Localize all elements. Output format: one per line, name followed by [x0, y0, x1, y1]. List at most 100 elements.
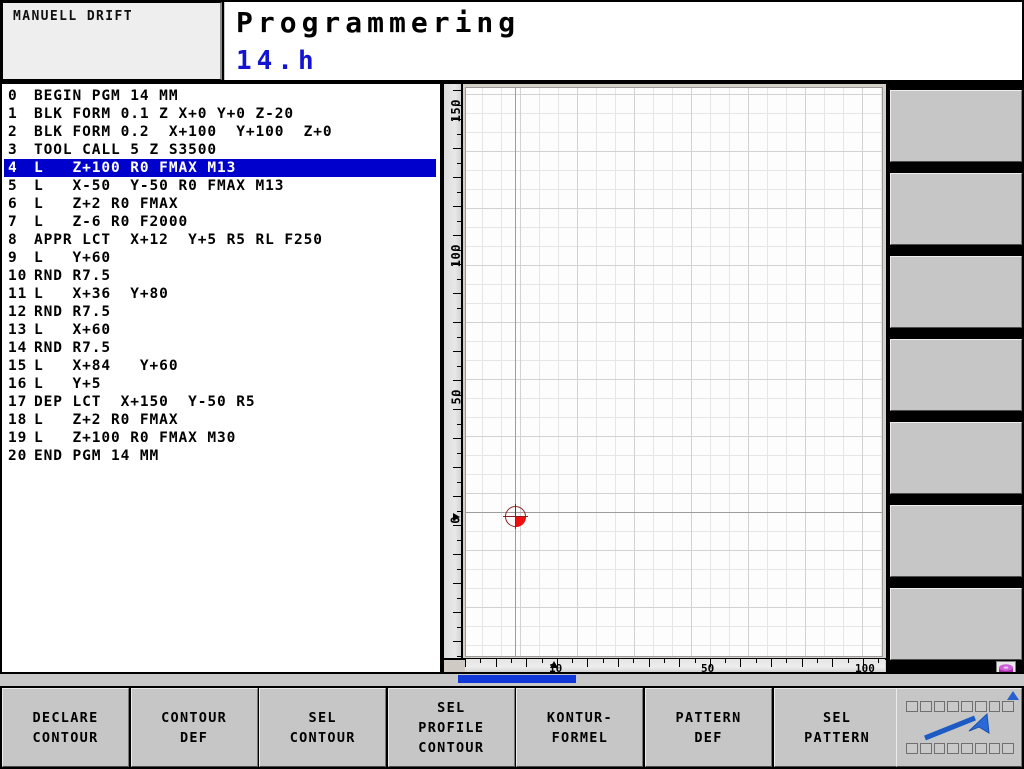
program-line[interactable]: 10 RND R7.5: [8, 267, 111, 285]
operating-mode-box[interactable]: MANUELL DRIFT: [2, 2, 222, 80]
softkey-label-line2: DEF: [179, 729, 209, 746]
program-line[interactable]: 1 BLK FORM 0.1 Z X+0 Y+0 Z-20: [8, 105, 294, 123]
program-line-number: 10: [8, 268, 28, 284]
vertical-softkey-4[interactable]: [890, 339, 1022, 411]
program-line[interactable]: 13 L X+60: [8, 321, 111, 339]
program-line[interactable]: 20 END PGM 14 MM: [8, 447, 159, 465]
ruler-tick: [526, 659, 528, 667]
plot-y-axis: [515, 88, 516, 656]
softkey-label-line1: SEL: [437, 699, 466, 716]
program-line[interactable]: 14 RND R7.5: [8, 339, 111, 357]
program-line[interactable]: 17 DEP LCT X+150 Y-50 R5: [8, 393, 255, 411]
graphics-pane[interactable]: 150 100 50 0 10 50 100: [444, 84, 886, 675]
program-line-text: BLK FORM 0.2 X+100 Y+100 Z+0: [34, 124, 333, 140]
softkey-label-line2: FORMEL: [551, 729, 609, 746]
vertical-softkey-7[interactable]: [890, 588, 1022, 660]
vertical-softkey-1[interactable]: [890, 90, 1022, 162]
ruler-tick: [725, 659, 727, 663]
program-line-number: 11: [8, 286, 28, 302]
softkey-label-line1: SEL: [308, 709, 337, 726]
program-line[interactable]: 6 L Z+2 R0 FMAX: [8, 195, 178, 213]
ruler-tick: [694, 659, 696, 663]
horizontal-scrollbar-thumb[interactable]: [458, 675, 576, 683]
program-line[interactable]: 15 L X+84 Y+60: [8, 357, 178, 375]
program-line-number: 15: [8, 358, 28, 374]
softkey-1[interactable]: DECLARE CONTOUR: [2, 688, 129, 767]
ruler-tick: [465, 659, 466, 667]
plot-area[interactable]: [465, 87, 883, 657]
softkey-label-line2: PROFILE: [418, 719, 485, 736]
ruler-tick: [847, 659, 849, 663]
softkey-label-line3: CONTOUR: [418, 739, 485, 756]
ruler-tick: [648, 659, 650, 667]
program-line-text: L Z+2 R0 FMAX: [34, 196, 179, 212]
softkey-3[interactable]: SEL CONTOUR: [259, 688, 387, 767]
program-line[interactable]: 12 RND R7.5: [8, 303, 111, 321]
program-line-text: L X+84 Y+60: [34, 358, 179, 374]
program-line[interactable]: 19 L Z+100 R0 FMAX M30: [8, 429, 236, 447]
program-line[interactable]: 2 BLK FORM 0.2 X+100 Y+100 Z+0: [8, 123, 333, 141]
softkey-7[interactable]: SEL PATTERN: [773, 688, 901, 767]
cnc-control-screen: MANUELL DRIFT Programmering 14.h 0 BEGIN …: [0, 0, 1024, 769]
header-divider: [0, 80, 1024, 82]
vertical-softkey-column: [888, 84, 1024, 672]
program-line[interactable]: 9 L Y+60: [8, 249, 111, 267]
vertical-ruler: 150 100 50 0: [444, 84, 463, 672]
softkey-5[interactable]: KONTUR- FORMEL: [516, 688, 644, 767]
vertical-ruler-axis: [461, 84, 463, 672]
vertical-softkey-6[interactable]: [890, 505, 1022, 577]
program-listing-pane[interactable]: 0 BEGIN PGM 14 MM 1 BLK FORM 0.1 Z X+0 Y+0 …: [2, 84, 440, 672]
program-line[interactable]: 3 TOOL CALL 5 Z S3500: [8, 141, 217, 159]
program-line-number: 8: [8, 232, 18, 248]
ruler-tick: [740, 659, 742, 667]
ruler-tick: [510, 659, 512, 663]
softkey-label-line2: DEF: [694, 729, 723, 746]
program-line-number: 9: [8, 250, 18, 266]
program-line[interactable]: 7 L Z-6 R0 F2000: [8, 213, 188, 231]
ruler-corner: [444, 658, 465, 672]
program-line-text: L Y+5: [34, 376, 102, 392]
program-line[interactable]: 8 APPR LCT X+12 Y+5 R5 RL F250: [8, 231, 323, 249]
softkey-page-arrow-icon: [924, 712, 990, 741]
program-line-text: BLK FORM 0.1 Z X+0 Y+0 Z-20: [34, 106, 295, 122]
program-line-text: L X+60: [34, 322, 112, 338]
softkey-page-navigator[interactable]: [896, 688, 1022, 767]
ruler-tick: [633, 659, 635, 663]
program-line-text: L Z+100 R0 FMAX M13: [34, 160, 237, 176]
softkey-label-line2: CONTOUR: [32, 729, 99, 746]
softkey-label-line1: SEL: [822, 709, 852, 726]
strip-divider: [0, 672, 1024, 674]
program-line[interactable]: 4 L Z+100 R0 FMAX M13: [4, 159, 436, 177]
program-line[interactable]: 16 L Y+5: [8, 375, 101, 393]
program-line[interactable]: 18 L Z+2 R0 FMAX: [8, 411, 178, 429]
vertical-zero-marker-icon: [453, 513, 460, 521]
horizontal-position-marker-icon: [550, 661, 558, 668]
datum-crosshair-vertical: [515, 504, 517, 529]
program-line-text: APPR LCT X+12 Y+5 R5 RL F250: [34, 232, 323, 248]
program-line-number: 5: [8, 178, 18, 194]
ruler-tick: [679, 659, 681, 667]
program-line[interactable]: 11 L X+36 Y+80: [8, 285, 169, 303]
ruler-tick: [602, 659, 604, 663]
program-line-number: 0: [8, 88, 18, 104]
horizontal-ruler: 10 50 100: [465, 659, 885, 675]
major-grid: [466, 88, 882, 656]
program-line-number: 12: [8, 304, 28, 320]
program-filename: 14.h: [236, 46, 319, 76]
softkey-4[interactable]: SEL PROFILE CONTOUR: [387, 688, 515, 767]
softkey-2[interactable]: CONTOUR DEF: [130, 688, 258, 767]
ruler-tick: [771, 659, 772, 667]
program-title-box: Programmering 14.h: [224, 2, 1022, 80]
program-line-number: 4: [8, 160, 18, 176]
program-line-text: TOOL CALL 5 Z S3500: [34, 142, 217, 158]
program-line[interactable]: 0 BEGIN PGM 14 MM: [8, 87, 178, 105]
softkey-row-bottom-indicator: [906, 743, 1014, 754]
program-line[interactable]: 5 L X-50 Y-50 R0 FMAX M13: [8, 177, 284, 195]
program-line-text: L X-50 Y-50 R0 FMAX M13: [34, 178, 285, 194]
ruler-tick: [786, 659, 788, 663]
softkey-6[interactable]: PATTERN DEF: [645, 688, 772, 767]
vertical-softkey-5[interactable]: [890, 422, 1022, 494]
vertical-softkey-2[interactable]: [890, 173, 1022, 245]
program-line-number: 18: [8, 412, 28, 428]
vertical-softkey-3[interactable]: [890, 256, 1022, 328]
